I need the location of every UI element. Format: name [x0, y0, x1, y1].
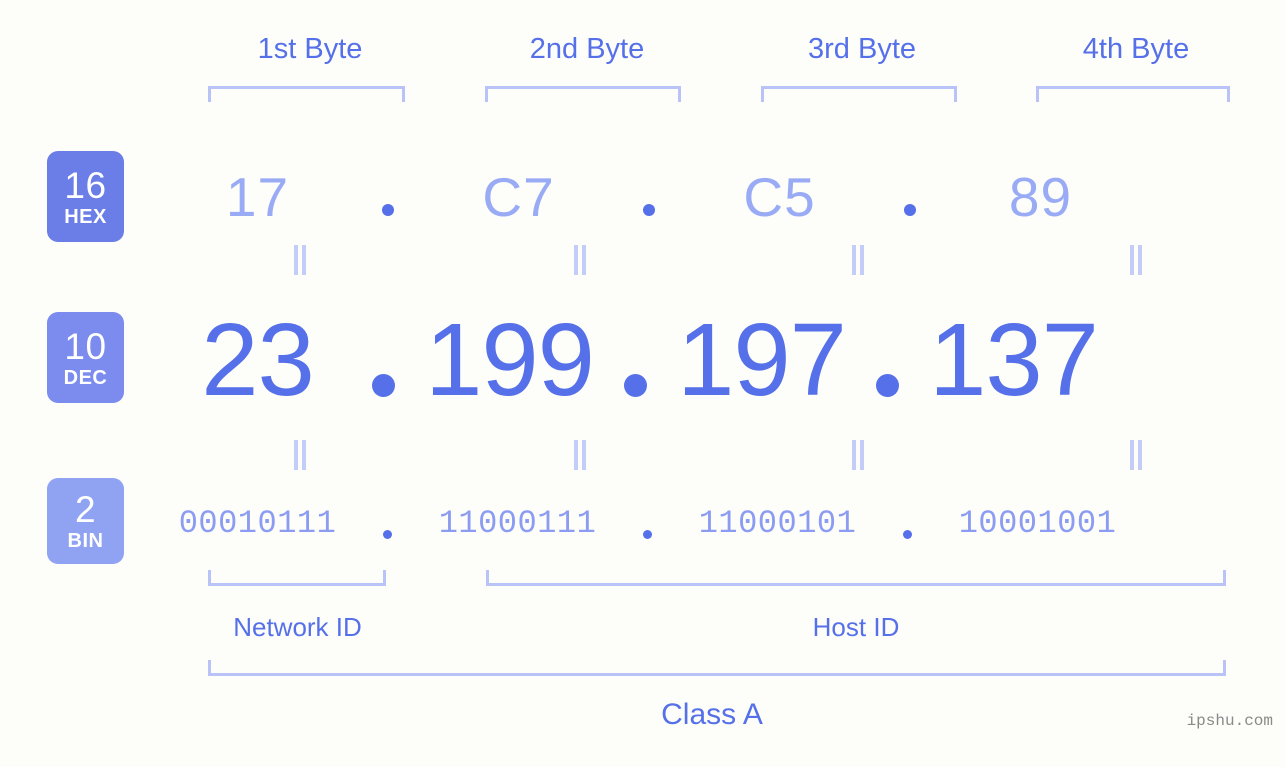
dec-byte-4: 137 — [929, 301, 1099, 417]
byte-bracket-2 — [485, 86, 681, 102]
bin-separator-2 — [643, 529, 652, 539]
hex-value-row: 17 C7 C5 89 — [150, 155, 1285, 239]
base-badge-dec-label: DEC — [63, 366, 108, 389]
equals-marker-hex-dec-3 — [850, 245, 866, 275]
equals-marker-dec-bin-2 — [572, 440, 588, 470]
hex-separator-1 — [382, 204, 394, 216]
hex-byte-1: 17 — [225, 166, 290, 228]
byte-header-3: 3rd Byte — [808, 33, 916, 65]
ip-breakdown-diagram: 1st Byte 2nd Byte 3rd Byte 4th Byte 16 H… — [0, 0, 1285, 767]
hex-separator-3 — [904, 204, 916, 216]
site-watermark: ipshu.com — [1186, 712, 1273, 730]
base-badge-bin-label: BIN — [67, 530, 104, 552]
byte-bracket-4 — [1036, 86, 1230, 102]
bin-separator-1 — [383, 529, 392, 539]
byte-bracket-1 — [208, 86, 405, 102]
equals-marker-hex-dec-2 — [572, 245, 588, 275]
host-id-bracket — [486, 570, 1226, 586]
dec-separator-3 — [876, 373, 899, 397]
dec-byte-1: 23 — [201, 301, 315, 417]
host-id-label: Host ID — [812, 612, 900, 642]
byte-header-4: 4th Byte — [1082, 33, 1190, 65]
base-badge-hex-label: HEX — [64, 205, 107, 228]
bin-byte-3: 11000101 — [698, 504, 857, 542]
bin-separator-3 — [903, 529, 912, 539]
network-id-label: Network ID — [233, 612, 362, 642]
class-bracket — [208, 660, 1226, 676]
hex-separator-2 — [643, 204, 655, 216]
byte-bracket-3 — [761, 86, 957, 102]
dec-byte-3: 197 — [677, 301, 847, 417]
equals-marker-hex-dec-1 — [292, 245, 308, 275]
base-badge-bin-number: 2 — [74, 489, 97, 530]
byte-header-1: 1st Byte — [257, 33, 363, 65]
hex-byte-4: 89 — [1008, 166, 1073, 228]
base-badge-hex: 16 HEX — [47, 151, 124, 242]
bin-byte-4: 10001001 — [958, 504, 1117, 542]
dec-separator-1 — [372, 373, 395, 397]
equals-marker-hex-dec-4 — [1128, 245, 1144, 275]
equals-marker-dec-bin-1 — [292, 440, 308, 470]
base-badge-dec: 10 DEC — [47, 312, 124, 403]
byte-header-2: 2nd Byte — [529, 33, 645, 65]
equals-marker-dec-bin-3 — [850, 440, 866, 470]
class-label: Class A — [661, 698, 763, 731]
network-id-bracket — [208, 570, 386, 586]
dec-byte-2: 199 — [425, 301, 595, 417]
hex-byte-2: C7 — [482, 166, 555, 228]
equals-marker-dec-bin-4 — [1128, 440, 1144, 470]
bin-value-row: 00010111 11000111 11000101 10001001 — [150, 498, 1285, 548]
bin-byte-2: 11000111 — [438, 504, 597, 542]
base-badge-dec-number: 10 — [64, 325, 107, 367]
dec-separator-2 — [624, 373, 647, 397]
base-badge-bin: 2 BIN — [47, 478, 124, 564]
base-badge-hex-number: 16 — [64, 164, 107, 206]
hex-byte-3: C5 — [743, 166, 816, 228]
dec-value-row: 23 199 197 137 — [150, 300, 1285, 418]
bin-byte-1: 00010111 — [178, 504, 337, 542]
